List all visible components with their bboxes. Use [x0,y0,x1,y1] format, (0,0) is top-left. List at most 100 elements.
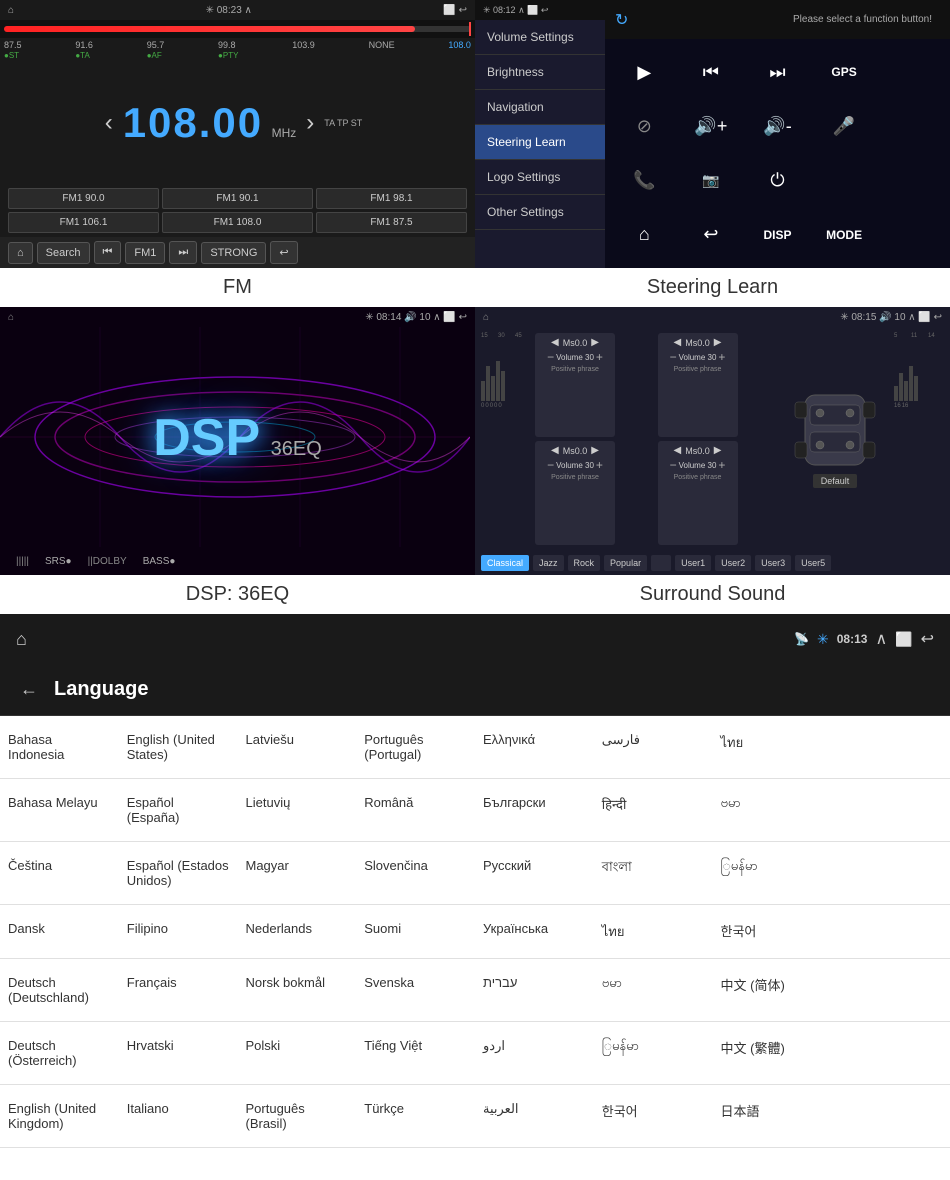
lang-arabic[interactable]: العربية [475,1085,594,1148]
z1-minus[interactable]: − [547,350,554,364]
tab-classical[interactable]: Classical [481,555,529,571]
lang-english-uk[interactable]: English (United Kingdom) [0,1085,119,1148]
tab-user3[interactable]: User3 [755,555,791,571]
lang-burmese-2[interactable]: ဗမာ [594,959,713,1022]
sidebar-navigation[interactable]: Navigation [475,90,605,125]
lang-romanian[interactable]: Română [356,779,475,842]
lang-norwegian[interactable]: Norsk bokmål [238,959,357,1022]
lang-espanol-us[interactable]: Español (Estados Unidos) [119,842,238,905]
tab-rock[interactable]: Rock [568,555,601,571]
fm-arrow-left[interactable]: ‹ [105,109,113,137]
lang-bulgarian[interactable]: Български [475,779,594,842]
lang-espanol-spain[interactable]: Español (España) [119,779,238,842]
lang-korean-2[interactable]: 한국어 [594,1085,713,1148]
lang-lithuanian[interactable]: Lietuvių [238,779,357,842]
fm-strong-btn[interactable]: STRONG [201,242,266,264]
lang-finnish[interactable]: Suomi [356,905,475,959]
fm-band-btn[interactable]: FM1 [125,242,165,264]
tab-user1[interactable]: User1 [675,555,711,571]
lang-vietnamese[interactable]: Tiếng Việt [356,1022,475,1085]
z2-plus[interactable]: + [718,350,725,364]
lang-german-de[interactable]: Deutsch (Deutschland) [0,959,119,1022]
preset-2[interactable]: FM1 90.1 [162,188,313,209]
steer-voldown-btn[interactable]: 🔊- [748,103,807,149]
sidebar-other-settings[interactable]: Other Settings [475,195,605,230]
steer-gps-btn[interactable]: GPS [815,49,874,95]
fm-home-icon[interactable]: ⌂ [8,5,14,16]
surround-default-btn[interactable]: Default [813,474,858,488]
tab-user2[interactable]: User2 [715,555,751,571]
z3-minus[interactable]: − [547,458,554,472]
lang-chinese-traditional[interactable]: 中文 (繁體) [713,1022,832,1085]
fm-search-btn[interactable]: Search [37,242,90,264]
lang-farsi[interactable]: فارسی [594,716,713,779]
z4-prev[interactable]: ◀ [674,445,682,456]
sidebar-steering-learn[interactable]: Steering Learn [475,125,605,160]
lang-ukrainian[interactable]: Українська [475,905,594,959]
steer-volup-btn[interactable]: 🔊+ [682,103,741,149]
lang-back-top-icon[interactable]: ↩ [921,629,934,649]
lang-italian[interactable]: Italiano [119,1085,238,1148]
z2-minus[interactable]: − [670,350,677,364]
steer-power-btn[interactable]: ⏻ [748,158,807,204]
fm-next-btn[interactable]: ⏭ [169,241,197,264]
lang-english-us[interactable]: English (United States) [119,716,238,779]
sidebar-logo-settings[interactable]: Logo Settings [475,160,605,195]
lang-korean-1[interactable]: 한국어 [713,905,832,959]
tab-user5[interactable]: User5 [795,555,831,571]
z2-prev[interactable]: ◀ [674,337,682,348]
lang-french[interactable]: Français [119,959,238,1022]
steer-prev-btn[interactable]: ⏮ [682,49,741,95]
lang-slovak[interactable]: Slovenčina [356,842,475,905]
lang-thai-2[interactable]: ไทย [594,905,713,959]
lang-turkish[interactable]: Türkçe [356,1085,475,1148]
z1-plus[interactable]: + [596,350,603,364]
lang-polish[interactable]: Polski [238,1022,357,1085]
lang-japanese[interactable]: 日本語 [713,1085,832,1148]
lang-hebrew[interactable]: עברית [475,959,594,1022]
lang-bahasa-melayu[interactable]: Bahasa Melayu [0,779,119,842]
fm-prev-btn[interactable]: ⏮ [94,241,122,264]
lang-myanmar-1[interactable]: ြမန်မာ [713,842,832,905]
steer-phone-btn[interactable]: 📞 [615,158,674,204]
lang-hindi[interactable]: हिन्दी [594,779,713,842]
lang-burmese-1[interactable]: ဗမာ [713,779,832,842]
z1-next[interactable]: ▶ [591,337,599,348]
z4-minus[interactable]: − [670,458,677,472]
steer-refresh-icon[interactable]: ↻ [615,10,628,30]
lang-urdu[interactable]: اردو [475,1022,594,1085]
lang-croatian[interactable]: Hrvatski [119,1022,238,1085]
lang-home-icon[interactable]: ⌂ [16,629,27,650]
lang-danish[interactable]: Dansk [0,905,119,959]
lang-bengali[interactable]: বাংলা [594,842,713,905]
lang-filipino[interactable]: Filipino [119,905,238,959]
lang-chinese-simplified[interactable]: 中文 (简体) [713,959,832,1022]
lang-myanmar-2[interactable]: ြမန်မာ [594,1022,713,1085]
lang-greek[interactable]: Ελληνικά [475,716,594,779]
steer-cam-btn[interactable]: 📷 [682,158,741,204]
lang-hungarian[interactable]: Magyar [238,842,357,905]
sidebar-brightness[interactable]: Brightness [475,55,605,90]
preset-5[interactable]: FM1 108.0 [162,212,313,233]
preset-3[interactable]: FM1 98.1 [316,188,467,209]
z1-prev[interactable]: ◀ [551,337,559,348]
steer-mode-btn[interactable]: MODE [815,212,874,258]
z4-plus[interactable]: + [718,458,725,472]
lang-bahasa-indonesia[interactable]: Bahasa Indonesia [0,716,119,779]
lang-thai-1[interactable]: ไทย [713,716,832,779]
steer-home-btn[interactable]: ⌂ [615,212,674,258]
lang-russian[interactable]: Русский [475,842,594,905]
z3-plus[interactable]: + [596,458,603,472]
fm-arrow-right[interactable]: › [306,109,314,137]
steer-play-btn[interactable]: ▶ [615,49,674,95]
steer-mute-btn[interactable]: ⊘ [615,103,674,149]
z3-next[interactable]: ▶ [591,445,599,456]
z2-next[interactable]: ▶ [714,337,722,348]
preset-6[interactable]: FM1 87.5 [316,212,467,233]
lang-swedish[interactable]: Svenska [356,959,475,1022]
lang-czech[interactable]: Čeština [0,842,119,905]
steer-undo-btn[interactable]: ↩ [682,212,741,258]
lang-dutch[interactable]: Nederlands [238,905,357,959]
fm-home-btn[interactable]: ⌂ [8,242,33,264]
lang-back-btn[interactable]: ← [20,679,38,700]
